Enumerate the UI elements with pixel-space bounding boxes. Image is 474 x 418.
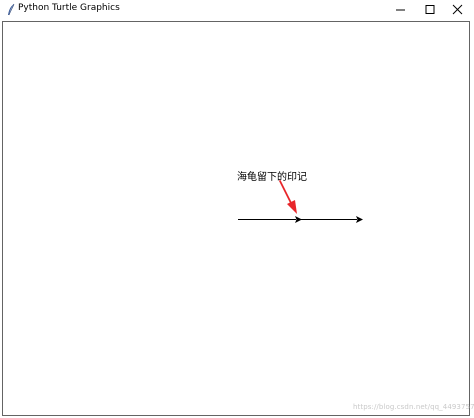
turtle-stamp-arrow-1 xyxy=(295,216,302,223)
turtle-arrow-2 xyxy=(356,216,363,223)
watermark-text: https://blog.csdn.net/qq_44937572 xyxy=(353,403,474,411)
turtle-graphics-window: Python Turtle Graphics 海龟留下的印记 https://b… xyxy=(0,0,474,418)
drawing-layer xyxy=(238,180,363,223)
annotation-arrow-icon xyxy=(279,180,297,214)
